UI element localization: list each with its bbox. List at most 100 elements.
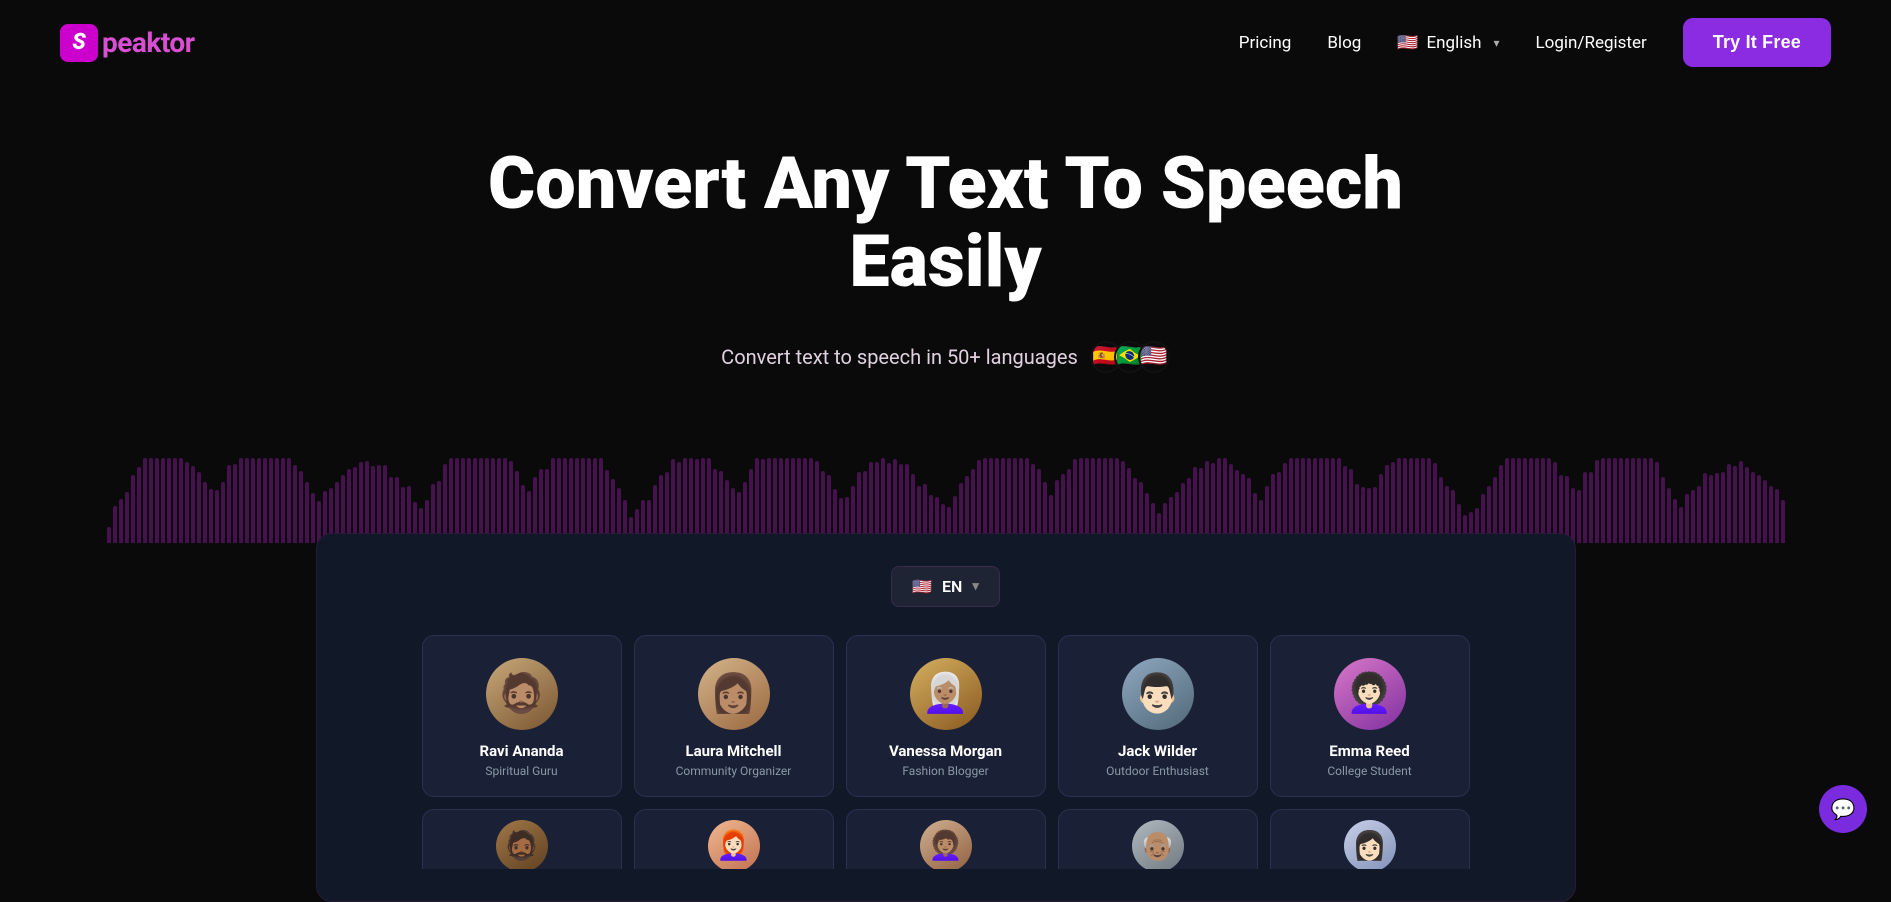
wave-bar (1205, 461, 1209, 542)
wave-bar (1391, 462, 1395, 542)
wave-bar (1343, 466, 1347, 542)
wave-bar (809, 458, 813, 543)
avatar-jack: 👨🏻 (1122, 658, 1194, 730)
nav-login[interactable]: Login/Register (1536, 33, 1647, 53)
wave-bar (509, 461, 513, 542)
wave-bar (905, 464, 909, 542)
wave-bar (749, 469, 753, 543)
wave-bar (221, 482, 225, 543)
wave-bar (557, 458, 561, 543)
voice-card-bottom-b4[interactable]: 👴🏽 (1058, 809, 1258, 869)
wave-bar (1685, 494, 1689, 542)
voice-card-vanessa[interactable]: 👩🏽‍🦳 Vanessa Morgan Fashion Blogger (846, 635, 1046, 797)
voice-card-laura[interactable]: 👩🏽 Laura Mitchell Community Organizer (634, 635, 834, 797)
voice-cards-row: 🧔🏽 Ravi Ananda Spiritual Guru 👩🏽 Laura M… (345, 635, 1547, 797)
wave-bar (347, 469, 351, 543)
wave-bar (149, 458, 153, 543)
wave-bar (107, 527, 111, 543)
wave-bar (119, 499, 123, 543)
wave-bar (377, 465, 381, 542)
wave-bar (1013, 458, 1017, 543)
wave-bar (869, 462, 873, 543)
try-it-free-button[interactable]: Try It Free (1683, 18, 1831, 67)
voice-card-bottom-b5[interactable]: 👩🏻 (1270, 809, 1470, 869)
wave-bar (599, 458, 603, 542)
voice-cards-bottom-row: 🧔🏾 👩🏻‍🦰 👩🏽‍🦱 👴🏽 👩🏻 (345, 809, 1547, 869)
wave-bar (1697, 486, 1701, 542)
voice-card-bottom-b1[interactable]: 🧔🏾 (422, 809, 622, 869)
wave-bar (1319, 458, 1323, 543)
panel-chevron-icon: ▾ (972, 579, 979, 594)
nav-blog[interactable]: Blog (1327, 33, 1361, 53)
wave-bar (1229, 464, 1233, 543)
voice-name-vanessa: Vanessa Morgan (889, 742, 1002, 760)
voice-name-jack: Jack Wilder (1118, 742, 1197, 760)
wave-bar (1421, 458, 1425, 543)
wave-bar (989, 458, 993, 543)
wave-bar (281, 458, 285, 543)
wave-bar (1553, 462, 1557, 543)
voice-card-jack[interactable]: 👨🏻 Jack Wilder Outdoor Enthusiast (1058, 635, 1258, 797)
wave-bar (677, 462, 681, 543)
wave-bar (1121, 461, 1125, 543)
wave-bar (1079, 458, 1083, 543)
wave-bar (287, 458, 291, 543)
wave-bar (365, 461, 369, 543)
panel-flag-icon: 🇺🇸 (912, 577, 932, 596)
wave-bar (545, 469, 549, 542)
wave-bar (1217, 458, 1221, 543)
wave-bar (1523, 458, 1527, 543)
wave-bar (1397, 458, 1401, 543)
voice-card-bottom-b3[interactable]: 👩🏽‍🦱 (846, 809, 1046, 869)
logo[interactable]: S peaktor (60, 24, 194, 62)
flags-icon: 🇪🇸 🇧🇷 🇺🇸 (1090, 341, 1170, 373)
wave-bar (263, 458, 267, 543)
voice-card-emma[interactable]: 👩🏻‍🦱 Emma Reed College Student (1270, 635, 1470, 797)
wave-bar (1733, 466, 1737, 542)
wave-bar (755, 458, 759, 542)
wave-bar (899, 464, 903, 543)
wave-bar (689, 458, 693, 543)
wave-bar (137, 467, 141, 543)
wave-bar (485, 458, 489, 543)
wave-bar (491, 458, 495, 543)
wave-bar (1409, 458, 1413, 543)
navbar: S peaktor Pricing Blog 🇺🇸 English ▾ Logi… (0, 0, 1891, 85)
wave-bar (197, 472, 201, 542)
voice-role-vanessa: Fashion Blogger (902, 764, 988, 778)
avatar-bottom-b3: 👩🏽‍🦱 (920, 820, 972, 869)
wave-bar (1313, 458, 1317, 543)
wave-bar (1547, 458, 1551, 543)
wave-bar (227, 465, 231, 543)
chat-icon: 💬 (1831, 797, 1856, 821)
voice-role-ravi: Spiritual Guru (485, 764, 557, 778)
wave-bar (275, 458, 279, 543)
avatar-ravi: 🧔🏽 (486, 658, 558, 730)
nav-pricing[interactable]: Pricing (1239, 33, 1292, 53)
chat-button[interactable]: 💬 (1819, 785, 1867, 833)
voice-card-ravi[interactable]: 🧔🏽 Ravi Ananda Spiritual Guru (422, 635, 622, 797)
lang-pill[interactable]: 🇺🇸 EN ▾ (891, 566, 1000, 607)
wave-bar (1703, 473, 1707, 542)
wave-bar (683, 458, 687, 543)
wave-bar (143, 458, 147, 542)
wave-bar (173, 458, 177, 543)
waveform-band (0, 453, 1891, 543)
wave-bar (761, 459, 765, 543)
chevron-down-icon: ▾ (1494, 36, 1500, 50)
panel-language-selector[interactable]: 🇺🇸 EN ▾ (345, 566, 1547, 607)
wave-bar (1301, 458, 1305, 543)
logo-icon: S (60, 24, 98, 62)
wave-bar (1745, 467, 1749, 543)
language-selector[interactable]: 🇺🇸 English ▾ (1397, 33, 1499, 53)
wave-bar (125, 492, 129, 543)
voice-card-bottom-b2[interactable]: 👩🏻‍🦰 (634, 809, 834, 869)
wave-bar (1295, 458, 1299, 543)
wave-bar (593, 458, 597, 543)
wave-bar (1289, 458, 1293, 543)
wave-bar (1505, 458, 1509, 543)
wave-bar (179, 458, 183, 543)
wave-bar (1709, 475, 1713, 543)
wave-bar (1607, 458, 1611, 543)
wave-bar (803, 458, 807, 543)
